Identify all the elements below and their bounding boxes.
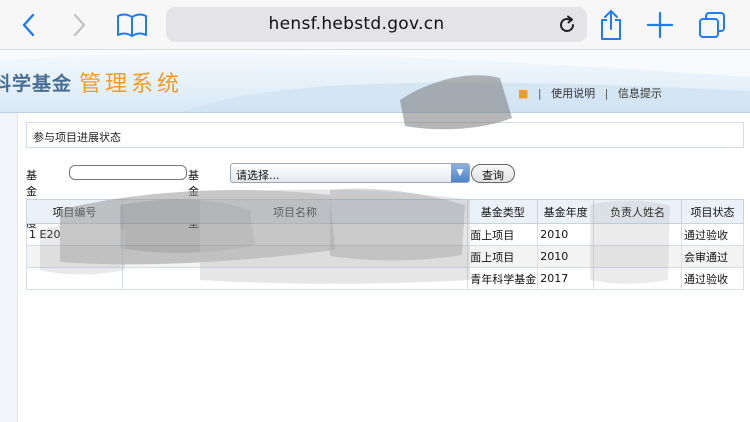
cell-name[interactable] bbox=[121, 223, 469, 246]
cell-type: 面上项目 bbox=[467, 245, 539, 268]
reload-icon bbox=[560, 15, 574, 32]
cell-status: 通过验收 bbox=[680, 223, 745, 246]
cell-status: 通过验收 bbox=[680, 267, 745, 290]
project-table: 项目编号 项目名称 基金类型 基金年度 负责人姓名 项目状态 1 E20 面上项… bbox=[26, 199, 745, 290]
cell-leader bbox=[593, 223, 682, 246]
cell-status: 会审通过 bbox=[680, 245, 745, 268]
col-header-code: 项目编号 bbox=[26, 199, 123, 224]
col-header-status: 项目状态 bbox=[680, 199, 745, 224]
col-header-name: 项目名称 bbox=[121, 199, 469, 224]
col-header-year: 基金年度 bbox=[537, 199, 595, 224]
cell-code[interactable]: 1 E20 bbox=[26, 223, 123, 246]
cell-code[interactable] bbox=[26, 267, 123, 290]
cell-code[interactable] bbox=[26, 245, 123, 268]
section-title: 参与项目进展状态 bbox=[26, 122, 744, 148]
col-header-type: 基金类型 bbox=[467, 199, 539, 224]
share-icon bbox=[601, 10, 621, 40]
bookmarks-button[interactable] bbox=[114, 10, 150, 40]
back-chevron-icon bbox=[22, 13, 35, 37]
forward-button[interactable] bbox=[64, 10, 94, 40]
top-links: ■ | 使用说明 | 信息提示 bbox=[518, 87, 662, 100]
cell-name[interactable] bbox=[121, 267, 469, 290]
dropdown-arrow-icon: ▼ bbox=[451, 164, 469, 182]
cell-leader bbox=[593, 245, 682, 268]
fund-type-selected: 请选择... bbox=[236, 169, 280, 182]
back-button[interactable] bbox=[14, 10, 44, 40]
table-row[interactable]: 面上项目 2010 会审通过 bbox=[26, 245, 745, 268]
tabs-button[interactable] bbox=[697, 10, 727, 40]
cell-year: 2010 bbox=[537, 245, 595, 268]
user-info-icon: ■ bbox=[518, 87, 529, 100]
help-link[interactable]: 使用说明 bbox=[551, 87, 595, 100]
cell-year: 2017 bbox=[537, 267, 595, 290]
web-page: 科学基金 管理系统 ■ | 使用说明 | 信息提示 参与项目进展状态 基金年度 … bbox=[0, 51, 750, 422]
share-button[interactable] bbox=[596, 10, 626, 40]
cell-leader bbox=[593, 267, 682, 290]
table-row[interactable]: 青年科学基金 2017 通过验收 bbox=[26, 267, 745, 290]
fund-type-select[interactable]: 请选择... ▼ bbox=[230, 163, 470, 183]
banner-title-right: 管理系统 bbox=[79, 72, 184, 97]
table-row[interactable]: 1 E20 面上项目 2010 通过验收 bbox=[26, 223, 745, 246]
reload-button[interactable] bbox=[555, 13, 579, 37]
tabs-overview-icon bbox=[699, 12, 725, 38]
cell-year: 2010 bbox=[537, 223, 595, 246]
cell-name[interactable] bbox=[121, 245, 469, 268]
cell-type: 面上项目 bbox=[467, 223, 539, 246]
address-bar[interactable]: hensf.hebstd.gov.cn bbox=[166, 7, 587, 42]
left-sidebar-strip bbox=[0, 113, 18, 422]
year-input[interactable] bbox=[69, 165, 187, 180]
table-header-row: 项目编号 项目名称 基金类型 基金年度 负责人姓名 项目状态 bbox=[26, 199, 745, 224]
forward-chevron-icon bbox=[73, 13, 86, 37]
info-link[interactable]: 信息提示 bbox=[618, 87, 662, 100]
book-icon bbox=[117, 13, 147, 37]
cell-type: 青年科学基金 bbox=[467, 267, 539, 290]
plus-icon bbox=[646, 11, 674, 39]
site-banner: 科学基金 管理系统 ■ | 使用说明 | 信息提示 bbox=[0, 51, 750, 113]
url-text: hensf.hebstd.gov.cn bbox=[268, 14, 445, 34]
browser-toolbar: hensf.hebstd.gov.cn bbox=[0, 0, 750, 50]
banner-title-left: 科学基金 bbox=[0, 73, 73, 95]
query-button[interactable]: 查询 bbox=[471, 164, 515, 183]
col-header-leader: 负责人姓名 bbox=[593, 199, 682, 224]
new-tab-button[interactable] bbox=[645, 10, 675, 40]
